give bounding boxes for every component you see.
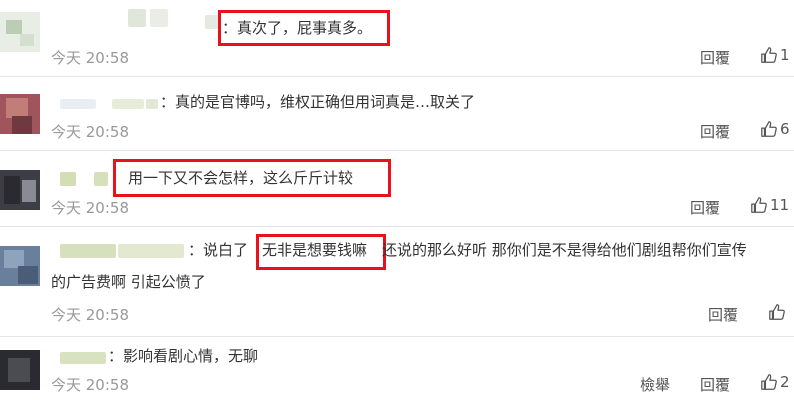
reply-button[interactable]: 回覆 — [690, 197, 720, 218]
thumbs-up-icon — [769, 304, 785, 320]
comment-time: 今天 20:58 — [51, 376, 129, 394]
comment-body: 影响看剧心情，无聊 — [123, 347, 259, 365]
blurred-username — [128, 9, 146, 27]
comment-time: 今天 20:58 — [51, 123, 129, 141]
like-button[interactable]: 11 — [750, 196, 789, 214]
thumbs-up-icon — [761, 374, 777, 390]
comment-prefix: ： — [160, 93, 176, 111]
blurred-username — [146, 99, 158, 109]
comment-prefix: ： — [108, 347, 124, 365]
comment-highlight-text: 无非是想要钱嘛 — [262, 241, 368, 259]
avatar[interactable] — [0, 246, 40, 286]
thumbs-up-icon — [751, 197, 767, 213]
comment-body: 用一下又不会怎样，这么斤斤计较 — [128, 169, 354, 187]
comment-text: ：影响看剧心情，无聊 — [108, 346, 258, 366]
blurred-username — [118, 244, 184, 258]
blurred-username — [150, 9, 168, 27]
comment-text: ：真次了，屁事真多。 — [222, 18, 372, 38]
comment-text: ：说白了 — [188, 240, 248, 260]
blurred-username — [94, 172, 108, 186]
reply-button[interactable]: 回覆 — [700, 121, 730, 142]
like-count: 11 — [770, 196, 790, 214]
reply-button[interactable]: 回覆 — [700, 374, 730, 395]
like-count: 2 — [780, 373, 790, 391]
comment-item: ：说白了 无非是想要钱嘛 还说的那么好听 那你们是不是得给他们剧组帮你们宣传 的… — [0, 226, 794, 337]
thumbs-up-icon — [761, 121, 777, 137]
like-button[interactable]: 2 — [760, 373, 790, 391]
blurred-username — [60, 244, 116, 258]
avatar[interactable] — [0, 12, 40, 52]
thumbs-up-icon — [761, 47, 777, 63]
comment-item: ：真的是官博吗，维权正确但用词真是…取关了 今天 20:58 回覆 6 — [0, 76, 794, 151]
comment-text: 用一下又不会怎样，这么斤斤计较 — [128, 168, 353, 188]
like-button[interactable]: 1 — [760, 46, 790, 64]
comment-time: 今天 20:58 — [51, 306, 129, 324]
like-count: 1 — [780, 46, 790, 64]
reply-button[interactable]: 回覆 — [708, 304, 738, 325]
comment-time: 今天 20:58 — [51, 49, 129, 67]
like-button[interactable]: 6 — [760, 120, 790, 138]
blurred-username — [60, 99, 96, 109]
blurred-username — [60, 352, 106, 364]
blurred-username — [60, 172, 76, 186]
comment-text-continued: 还说的那么好听 那你们是不是得给他们剧组帮你们宣传 — [382, 241, 747, 259]
comment-body: 真次了，屁事真多。 — [237, 19, 373, 37]
comment-item: ：真次了，屁事真多。 今天 20:58 回覆 1 — [0, 0, 794, 77]
comment-body: 真的是官博吗，维权正确但用词真是…取关了 — [175, 93, 476, 111]
avatar[interactable] — [0, 350, 40, 390]
like-count: 6 — [780, 120, 790, 138]
avatar[interactable] — [0, 170, 40, 210]
comment-text-line2: 的广告费啊 引起公愤了 — [51, 273, 206, 291]
report-button[interactable]: 檢舉 — [640, 374, 670, 395]
comment-text: ：真的是官博吗，维权正确但用词真是…取关了 — [160, 92, 475, 112]
comment-list: ：真次了，屁事真多。 今天 20:58 回覆 1 ：真的是官博吗，维权正确但用词… — [0, 0, 794, 407]
comment-item: 用一下又不会怎样，这么斤斤计较 今天 20:58 回覆 11 — [0, 150, 794, 227]
blurred-username — [112, 99, 144, 109]
comment-time: 今天 20:58 — [51, 199, 129, 217]
avatar[interactable] — [0, 94, 40, 134]
comment-prefix: ：说白了 — [188, 241, 249, 259]
comment-item: ：影响看剧心情，无聊 今天 20:58 檢舉 回覆 2 — [0, 336, 794, 407]
like-button[interactable] — [768, 303, 788, 321]
reply-button[interactable]: 回覆 — [700, 47, 730, 68]
comment-prefix: ： — [222, 19, 238, 37]
